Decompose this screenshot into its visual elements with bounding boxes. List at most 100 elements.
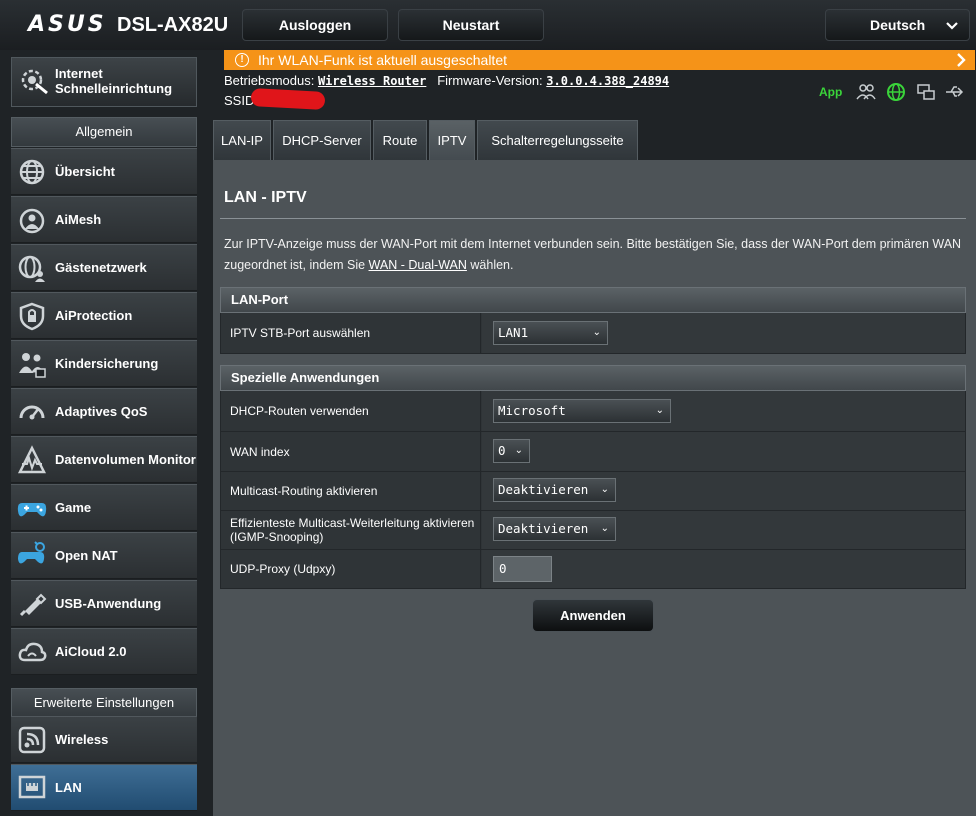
usb-icon — [17, 589, 47, 619]
cloud-icon — [17, 637, 47, 667]
sidebar-item-wireless[interactable]: Wireless — [11, 716, 197, 763]
stb-port-label: IPTV STB-Port auswählen — [221, 313, 481, 353]
wizard-icon — [20, 66, 50, 96]
globe-icon — [17, 157, 47, 187]
sidebar-item-label: Übersicht — [55, 164, 115, 179]
stb-port-row: IPTV STB-Port auswählen LAN1 ⌄ — [220, 313, 966, 354]
clients-icon[interactable] — [856, 82, 876, 102]
chevron-down-icon — [945, 17, 959, 35]
internet-globe-icon[interactable] — [886, 82, 906, 102]
sidebar-item-adaptives-qos[interactable]: Adaptives QoS — [11, 388, 197, 435]
traffic-monitor-icon — [17, 445, 47, 475]
dhcp-routes-value: Microsoft — [498, 403, 566, 418]
sidebar-item-datenvolumen-monitor[interactable]: Datenvolumen Monitor — [11, 436, 197, 483]
description-text-end: wählen. — [466, 258, 514, 272]
wan-index-value: 0 — [498, 443, 506, 458]
chevron-down-icon: ⌄ — [592, 327, 601, 338]
status-info: Betriebsmodus: Wireless Router Firmware-… — [224, 73, 669, 88]
udpxy-row: UDP-Proxy (Udpxy) 0 — [220, 550, 966, 589]
title-divider — [220, 218, 966, 219]
gauge-icon — [17, 397, 47, 427]
tab-iptv[interactable]: IPTV — [429, 120, 475, 160]
guest-network-icon — [17, 253, 47, 283]
devices-icon[interactable] — [916, 82, 936, 102]
lan-icon — [17, 773, 47, 803]
wan-index-label: WAN index — [221, 432, 481, 471]
ssid-label: SSID — [224, 93, 255, 108]
aimesh-icon — [17, 205, 47, 235]
general-section-title: Allgemein — [11, 117, 197, 147]
sidebar-item-gästenetzwerk[interactable]: Gästenetzwerk — [11, 244, 197, 291]
stb-port-select[interactable]: LAN1 ⌄ — [493, 321, 608, 345]
language-select[interactable]: Deutsch — [825, 9, 970, 41]
description-text: Zur IPTV-Anzeige muss der WAN-Port mit d… — [224, 237, 962, 272]
page-description: Zur IPTV-Anzeige muss der WAN-Port mit d… — [224, 234, 968, 276]
sidebar-item-open-nat[interactable]: Open NAT — [11, 532, 197, 579]
chevron-down-icon: ⌄ — [600, 484, 609, 495]
multicast-select[interactable]: Deaktivieren ⌄ — [493, 478, 616, 502]
tab-dhcp-server[interactable]: DHCP-Server — [273, 120, 371, 160]
sidebar-item-label: Datenvolumen Monitor — [55, 452, 196, 467]
wifi-off-banner[interactable]: ! Ihr WLAN-Funk ist aktuell ausgeschalte… — [224, 50, 975, 70]
sidebar-item-label: Wireless — [55, 732, 109, 747]
sidebar-item-label: Gästenetzwerk — [55, 260, 147, 275]
sidebar-item-game[interactable]: Game — [11, 484, 197, 531]
wireless-icon — [17, 725, 47, 755]
udpxy-input[interactable]: 0 — [493, 556, 552, 582]
quick-setup-label: Internet Schnelleinrichtung — [55, 66, 173, 96]
restart-button[interactable]: Neustart — [398, 9, 544, 41]
sidebar-item-label: AiCloud 2.0 — [55, 644, 127, 659]
page-title: LAN - IPTV — [224, 189, 307, 206]
quick-setup-button[interactable]: Internet Schnelleinrichtung — [11, 57, 197, 107]
logout-button[interactable]: Ausloggen — [242, 9, 388, 41]
ssid-redaction — [250, 88, 326, 110]
tab-route[interactable]: Route — [373, 120, 427, 160]
mode-link[interactable]: Wireless Router — [318, 74, 426, 88]
igmp-snooping-row: Effizienteste Multicast-Weiterleitung ak… — [220, 511, 966, 550]
sidebar-item-kindersicherung[interactable]: Kindersicherung — [11, 340, 197, 387]
sidebar-item-usb-anwendung[interactable]: USB-Anwendung — [11, 580, 197, 627]
sidebar-item-label: Adaptives QoS — [55, 404, 148, 419]
udpxy-label: UDP-Proxy (Udpxy) — [221, 550, 481, 588]
chevron-right-icon — [955, 50, 967, 70]
wan-index-row: WAN index 0 ⌄ — [220, 432, 966, 472]
multicast-value: Deaktivieren — [498, 482, 589, 497]
firmware-link[interactable]: 3.0.0.4.388_24894 — [546, 74, 669, 88]
tab-switch-control[interactable]: Schalterregelungsseite — [477, 120, 638, 160]
usb-status-icon[interactable] — [944, 82, 964, 102]
dhcp-routes-label: DHCP-Routen verwenden — [221, 391, 481, 431]
sidebar-item-label: AiMesh — [55, 212, 102, 227]
gamepad-icon — [17, 493, 47, 523]
tab-lan-ip[interactable]: LAN-IP — [213, 120, 271, 160]
sidebar-item-lan[interactable]: LAN — [11, 764, 197, 811]
advanced-section-title: Erweiterte Einstellungen — [11, 688, 197, 718]
sidebar-item-label: Open NAT — [55, 548, 118, 563]
sidebar-item-aimesh[interactable]: AiMesh — [11, 196, 197, 243]
mode-label: Betriebsmodus: — [224, 73, 315, 88]
sidebar-item-übersicht[interactable]: Übersicht — [11, 148, 197, 195]
sidebar-item-aicloud-2-0[interactable]: AiCloud 2.0 — [11, 628, 197, 675]
apply-button[interactable]: Anwenden — [532, 599, 654, 632]
chevron-down-icon: ⌄ — [514, 445, 523, 456]
multicast-label: Multicast-Routing aktivieren — [221, 472, 481, 510]
family-icon — [17, 349, 47, 379]
app-link[interactable]: App — [819, 85, 842, 99]
sidebar-item-label: AiProtection — [55, 308, 133, 323]
shield-lock-icon — [17, 301, 47, 331]
sidebar-item-label: LAN — [55, 780, 82, 795]
special-apps-header: Spezielle Anwendungen — [220, 365, 966, 391]
wan-index-select[interactable]: 0 ⌄ — [493, 439, 530, 463]
warning-icon: ! — [235, 53, 249, 67]
asus-logo: ASUS — [28, 12, 107, 37]
sidebar-item-label: Kindersicherung — [55, 356, 159, 371]
dual-wan-link[interactable]: WAN - Dual-WAN — [369, 258, 467, 272]
igmp-snooping-label: Effizienteste Multicast-Weiterleitung ak… — [221, 511, 481, 549]
top-bar: ASUS DSL-AX82U Ausloggen Neustart Deutsc… — [0, 0, 976, 50]
language-value: Deutsch — [870, 17, 926, 33]
sidebar-item-aiprotection[interactable]: AiProtection — [11, 292, 197, 339]
igmp-snooping-select[interactable]: Deaktivieren ⌄ — [493, 517, 616, 541]
chevron-down-icon: ⌄ — [600, 523, 609, 534]
dhcp-routes-select[interactable]: Microsoft ⌄ — [493, 399, 671, 423]
multicast-row: Multicast-Routing aktivieren Deaktiviere… — [220, 472, 966, 511]
firmware-label: Firmware-Version: — [437, 73, 543, 88]
